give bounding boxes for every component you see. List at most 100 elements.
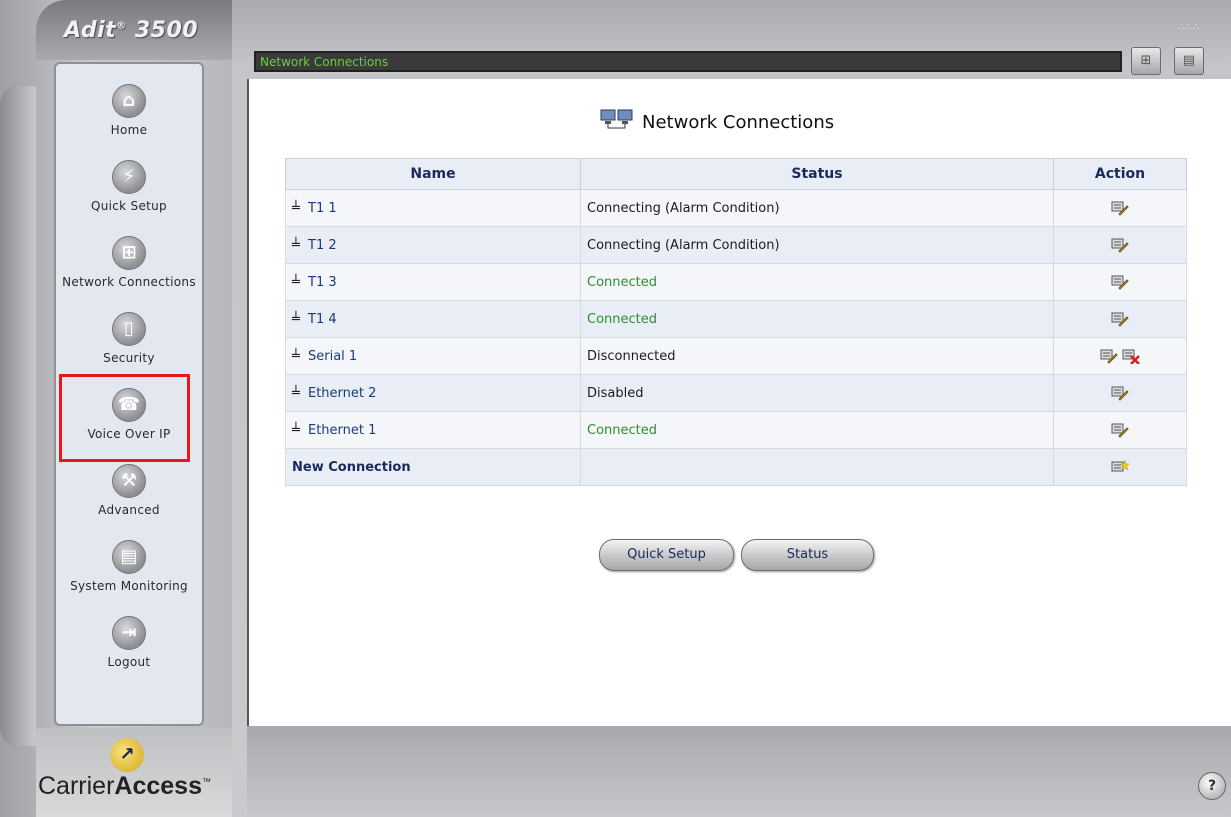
brand-footer: ↗ CarrierAccess™ (36, 728, 232, 817)
connection-link[interactable]: Ethernet 1 (308, 423, 376, 438)
help-button[interactable]: ? (1198, 772, 1226, 800)
edit-icon[interactable] (1100, 348, 1118, 364)
connection-link[interactable]: T1 3 (308, 275, 337, 290)
carrier-access-logo-icon: ↗ (110, 738, 144, 772)
product-name: Adit (64, 18, 117, 43)
network-map-icon: ⊞ (1140, 53, 1152, 68)
network-map-button[interactable]: ⊞ (1131, 47, 1161, 75)
connection-name-cell: ╧ T1 1 (285, 189, 581, 227)
home-icon: ⌂ (112, 84, 146, 118)
connection-link[interactable]: T1 1 (308, 201, 337, 216)
sidebar-item-security[interactable]: ▯ Security (56, 298, 202, 374)
column-header-action: Action (1053, 158, 1187, 190)
sidebar-item-system-monitoring[interactable]: ▤ System Monitoring (56, 526, 202, 602)
connection-status-cell: Connecting (Alarm Condition) (580, 189, 1054, 227)
title-bar-text: Network Connections (260, 55, 389, 69)
table-row: ╧ T1 1 Connecting (Alarm Condition) (285, 189, 1187, 227)
column-header-name: Name (285, 158, 581, 190)
window-grip-icon: ∴∴∴ (1178, 22, 1201, 33)
voice-over-ip-highlight-box (59, 374, 190, 462)
connection-action-cell (1053, 411, 1187, 449)
page-heading: Network Connections (600, 108, 834, 133)
sidebar-item-home[interactable]: ⌂ Home (56, 70, 202, 146)
connection-status-cell: Connected (580, 263, 1054, 301)
edit-icon[interactable] (1111, 274, 1129, 290)
connection-link[interactable]: Serial 1 (308, 349, 357, 364)
sidebar-item-network-connections[interactable]: ⊞ Network Connections (56, 222, 202, 298)
bottom-bar (247, 726, 1231, 817)
column-header-status: Status (580, 158, 1054, 190)
plug-icon: ╧ (292, 274, 300, 290)
network-icon: ⊞ (112, 236, 146, 270)
table-row-new-connection: New Connection (285, 448, 1187, 486)
connection-link[interactable]: T1 2 (308, 238, 337, 253)
sidebar-item-label: Home (110, 123, 148, 137)
connection-status-cell: Connected (580, 411, 1054, 449)
table-row: ╧ T1 3 Connected (285, 263, 1187, 301)
edit-icon[interactable] (1111, 200, 1129, 216)
edit-icon[interactable] (1111, 237, 1129, 253)
connection-name-cell: ╧ T1 4 (285, 300, 581, 338)
connection-name-cell: ╧ T1 3 (285, 263, 581, 301)
network-connections-icon (600, 109, 633, 129)
quick-setup-button[interactable]: Quick Setup (599, 539, 734, 571)
list-view-icon: ▤ (1182, 53, 1196, 68)
logout-icon: ⇥ (112, 616, 146, 650)
connection-action-cell (1053, 374, 1187, 412)
lock-icon: ▯ (112, 312, 146, 346)
list-view-button[interactable]: ▤ (1174, 47, 1204, 75)
new-connection-status-cell (580, 448, 1054, 486)
connection-action-cell (1053, 337, 1187, 375)
sidebar-item-label: Network Connections (62, 275, 196, 289)
sidebar-item-quick-setup[interactable]: ⚡ Quick Setup (56, 146, 202, 222)
table-row: ╧ Serial 1 Disconnected (285, 337, 1187, 375)
status-button[interactable]: Status (741, 539, 874, 571)
sidebar-item-label: System Monitoring (70, 579, 188, 593)
connection-status-cell: Disconnected (580, 337, 1054, 375)
company-logo-text: CarrierAccess™ (38, 772, 211, 801)
table-row: ╧ Ethernet 1 Connected (285, 411, 1187, 449)
page-heading-text: Network Connections (642, 112, 835, 133)
edit-icon[interactable] (1111, 385, 1129, 401)
connection-action-cell (1053, 263, 1187, 301)
connection-action-cell (1053, 226, 1187, 264)
sidebar-item-label: Security (103, 351, 155, 365)
delete-icon[interactable] (1122, 348, 1140, 365)
logo-text-bold: Access (114, 772, 202, 800)
logo-tm: ™ (201, 776, 211, 787)
table-row: ╧ T1 2 Connecting (Alarm Condition) (285, 226, 1187, 264)
connection-name-cell: ╧ Ethernet 1 (285, 411, 581, 449)
edit-icon[interactable] (1111, 422, 1129, 438)
connections-table: Name Status Action ╧ T1 1 Connecting (Alar… (285, 158, 1187, 486)
sidebar-item-logout[interactable]: ⇥ Logout (56, 602, 202, 678)
connection-name-cell: ╧ Ethernet 2 (285, 374, 581, 412)
plug-icon: ╧ (292, 348, 300, 364)
connection-action-cell (1053, 189, 1187, 227)
product-model: 3500 (134, 18, 199, 43)
table-row: ╧ Ethernet 2 Disabled (285, 374, 1187, 412)
logo-text-light: Carrier (38, 772, 115, 800)
table-header-row: Name Status Action (285, 158, 1187, 190)
connection-status-cell: Disabled (580, 374, 1054, 412)
edit-icon[interactable] (1111, 311, 1129, 327)
connection-link[interactable]: Ethernet 2 (308, 386, 376, 401)
connection-link[interactable]: T1 4 (308, 312, 337, 327)
connection-name-cell: ╧ T1 2 (285, 226, 581, 264)
plug-icon: ╧ (292, 237, 300, 253)
product-title: Adit® 3500 (64, 18, 198, 43)
connection-status-cell: Connected (580, 300, 1054, 338)
sidebar-item-label: Advanced (98, 503, 160, 517)
new-connection-link[interactable]: New Connection (292, 460, 411, 475)
lightning-icon: ⚡ (112, 160, 146, 194)
connections-table-body: ╧ T1 1 Connecting (Alarm Condition) ╧ T1 2 Co… (285, 189, 1187, 486)
connection-status-cell: Connecting (Alarm Condition) (580, 226, 1054, 264)
plug-icon: ╧ (292, 311, 300, 327)
new-connection-icon[interactable] (1111, 459, 1130, 475)
new-connection-action-cell (1053, 448, 1187, 486)
plug-icon: ╧ (292, 200, 300, 216)
connection-name-cell: ╧ Serial 1 (285, 337, 581, 375)
monitor-icon: ▤ (112, 540, 146, 574)
plug-icon: ╧ (292, 385, 300, 401)
sidebar-item-label: Logout (107, 655, 151, 669)
product-reg: ® (116, 20, 127, 32)
